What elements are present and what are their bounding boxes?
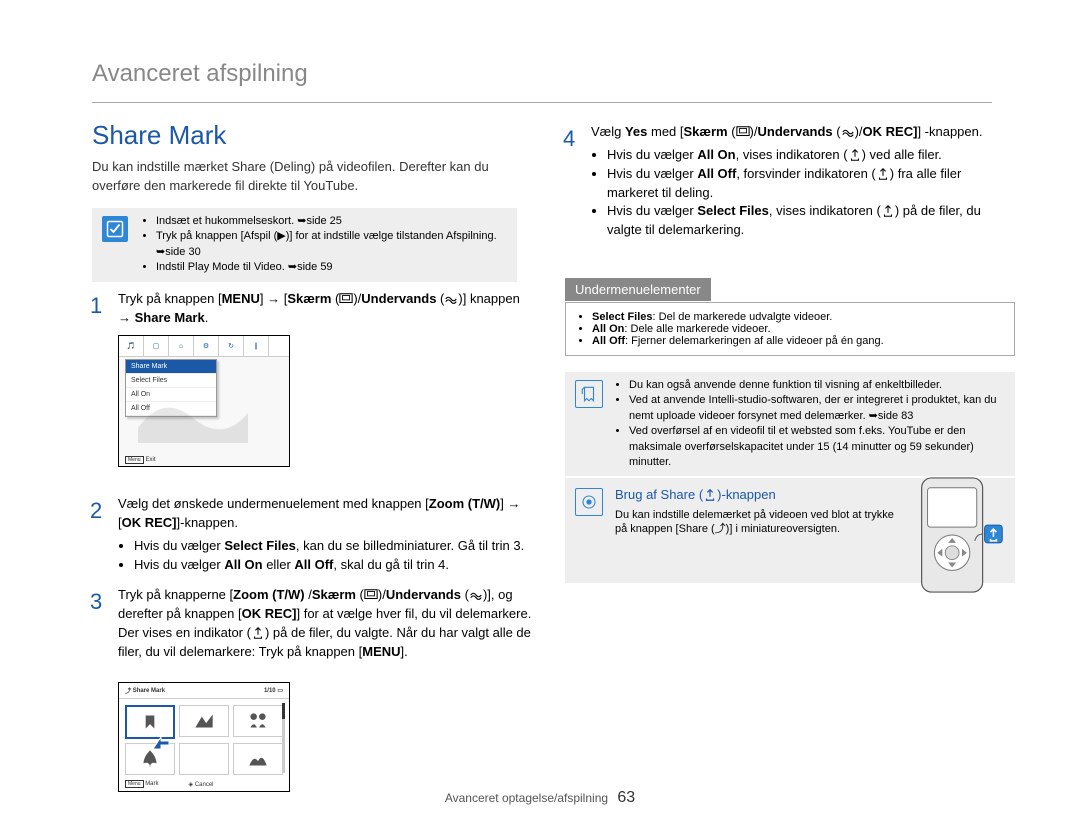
thumb xyxy=(233,705,283,737)
step-number: 1 xyxy=(90,290,102,322)
underwater-icon xyxy=(841,125,855,139)
underwater-icon xyxy=(469,588,483,602)
result-item: Hvis du vælger All Off, forsvinder indik… xyxy=(607,165,1005,203)
note-callout: Du kan også anvende denne funktion til v… xyxy=(565,372,1015,476)
substep: Hvis du vælger All On eller All Off, ska… xyxy=(134,556,532,575)
page-number: 63 xyxy=(617,789,635,806)
share-icon xyxy=(848,148,862,162)
thumb xyxy=(179,705,229,737)
hint-icon xyxy=(575,488,603,516)
step-3: 3 Tryk på knapperne [Zoom (T/W) /Skærm (… xyxy=(92,586,532,661)
submenu-title: Undermenuelementer xyxy=(565,278,711,301)
share-icon xyxy=(876,167,890,181)
display-icon xyxy=(736,125,750,139)
share-icon xyxy=(881,204,895,218)
prereq-item: Tryk på knappen [Afspil (▶)] for at inds… xyxy=(156,229,507,260)
tab-icon: ▢ xyxy=(144,336,169,356)
thumb xyxy=(233,743,283,775)
share-icon xyxy=(703,488,717,502)
submenu-item: Select Files: Del de markerede udvalgte … xyxy=(592,311,1004,323)
menu-selected: Share Mark xyxy=(126,360,216,374)
thumbnail-screenshot: ⤴ Share Mark 1/10 ▭ Menu Mark ◈ Cancel xyxy=(118,682,290,792)
note-item: Ved overførsel af en videofil til et web… xyxy=(629,424,1005,470)
submenu-box: Select Files: Del de markerede udvalgte … xyxy=(565,302,1015,356)
share-icon: ⤴ xyxy=(125,686,131,695)
note-icon xyxy=(575,380,603,408)
tab-icon: ⌂ xyxy=(169,336,194,356)
step-4: 4 Vælg Yes med [Skærm ()/Undervands ()/O… xyxy=(565,123,1005,240)
check-icon xyxy=(102,216,128,242)
tab-icon: 🎵 xyxy=(119,336,144,356)
result-item: Hvis du vælger Select Files, vises indik… xyxy=(607,202,1005,240)
step-number: 2 xyxy=(90,495,102,527)
share-tip-title: Brug af Share ()-knappen xyxy=(615,486,895,504)
thumb xyxy=(179,743,229,775)
page-counter: 1/10 xyxy=(264,688,276,694)
prereq-callout: Indsæt et hukommelseskort. ➥side 25 Tryk… xyxy=(92,208,517,282)
note-item: Du kan også anvende denne funktion til v… xyxy=(629,378,1005,393)
page-footer: Avanceret optagelse/afspilning 63 xyxy=(0,789,1080,807)
share-tip-body: Du kan indstille delemærket på videoen v… xyxy=(615,508,895,538)
cancel-hint: ◈ Cancel xyxy=(189,781,214,788)
share-tip-box: Brug af Share ()-knappen Du kan indstill… xyxy=(565,478,1015,583)
thumb-selected xyxy=(125,705,175,739)
background-shape xyxy=(133,388,253,448)
tab-icon: ↻ xyxy=(219,336,244,356)
cursor-arrow-icon xyxy=(151,735,171,751)
footer-section: Avanceret optagelse/afspilning xyxy=(445,791,608,805)
menu-screenshot: 🎵 ▢ ⌂ ⚙ ↻ ∥ Share Mark Select Files All … xyxy=(118,335,290,467)
page-title: Share Mark xyxy=(92,120,226,151)
prereq-item: Indstil Play Mode til Video. ➥side 59 xyxy=(156,260,507,275)
breadcrumb: Avanceret afspilning xyxy=(92,60,992,103)
device-illustration xyxy=(915,476,1005,594)
share-icon xyxy=(251,626,265,640)
tab-icon: ∥ xyxy=(244,336,269,356)
intro-text: Du kan indstille mærket Share (Deling) p… xyxy=(92,158,532,196)
mark-hint: Menu Mark xyxy=(125,781,159,788)
header-label: Share Mark xyxy=(133,688,165,694)
menu-row: Select Files xyxy=(126,374,216,388)
submenu-item: All On: Dele alle markerede videoer. xyxy=(592,323,1004,335)
display-icon xyxy=(364,588,378,602)
step-number: 4 xyxy=(563,123,575,155)
result-item: Hvis du vælger All On, vises indikatoren… xyxy=(607,146,1005,165)
step-2: 2 Vælg det ønskede undermenuelement med … xyxy=(92,495,532,574)
display-icon xyxy=(339,292,353,306)
note-item: Ved at anvende Intelli-studio-softwaren,… xyxy=(629,393,1005,424)
scrollbar xyxy=(282,703,285,773)
tab-icon: ⚙ xyxy=(194,336,219,356)
substep: Hvis du vælger Select Files, kan du se b… xyxy=(134,537,532,556)
step-number: 3 xyxy=(90,586,102,618)
prereq-item: Indsæt et hukommelseskort. ➥side 25 xyxy=(156,214,507,229)
step-1: 1 Tryk på knappen [MENU] → [Skærm ()/Und… xyxy=(92,290,532,328)
submenu-item: All Off: Fjerner delemarkeringen af alle… xyxy=(592,335,1004,347)
underwater-icon xyxy=(444,292,458,306)
exit-hint: MenuExit xyxy=(125,457,156,463)
